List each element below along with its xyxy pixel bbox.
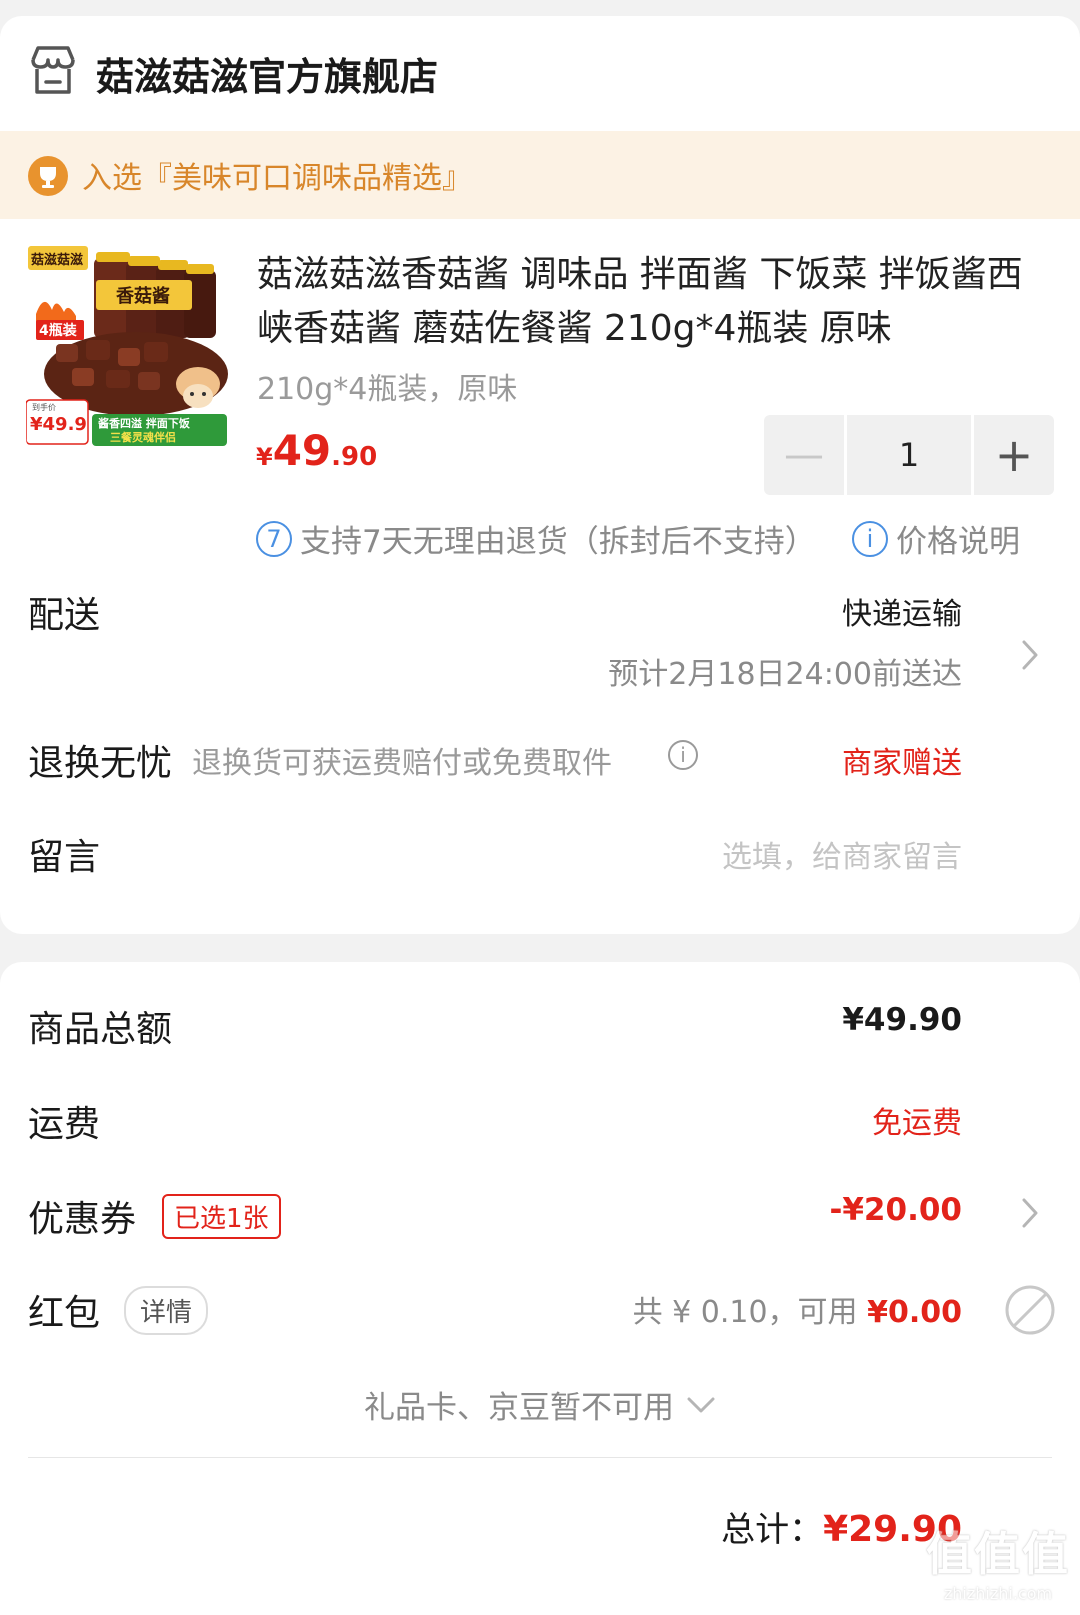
decrease-quantity-button[interactable]: — — [764, 415, 844, 495]
order-store-card: 菇滋菇滋官方旗舰店 入选『美味可口调味品精选』 香菇酱 菇滋菇滋 4瓶装 到手价… — [0, 16, 1080, 934]
quantity-stepper: — 1 + — [764, 415, 1054, 495]
price-tag-label: 到手价 — [32, 402, 56, 412]
message-input[interactable]: 选填，给商家留言 — [722, 832, 962, 876]
info-icon[interactable]: i — [668, 740, 698, 770]
delivery-method[interactable]: 快递运输 — [842, 589, 962, 633]
brand-tag: 菇滋菇滋 — [31, 252, 83, 268]
chevron-right-icon[interactable] — [1020, 638, 1040, 672]
total-label: 总计： — [721, 1510, 824, 1550]
watermark-logo: 值值值 — [926, 1527, 1070, 1581]
product-image: 香菇酱 菇滋菇滋 4瓶装 到手价 ¥49.9 酱香四溢 拌面下饭 三餐灵魂伴侣 — [26, 244, 231, 449]
goods-total-value: ¥49.90 — [842, 1002, 962, 1038]
returns-label: 退换无忧 — [28, 743, 173, 784]
coupon-label: 优惠券 — [28, 1199, 137, 1240]
quantity-input[interactable]: 1 — [847, 415, 971, 495]
shipping-value: 免运费 — [872, 1106, 962, 1141]
chevron-down-icon — [687, 1397, 715, 1412]
redpacket-details-tag[interactable]: 详情 — [124, 1286, 209, 1335]
pack-badge: 4瓶装 — [39, 322, 78, 339]
trophy-icon — [28, 156, 68, 196]
disabled-circle-icon[interactable] — [1004, 1284, 1056, 1336]
increase-quantity-button[interactable]: + — [974, 415, 1054, 495]
seven-day-icon: 7 — [256, 520, 292, 557]
price-integer: 49 — [272, 426, 332, 475]
slogan-line-2: 三餐灵魂伴侣 — [110, 430, 176, 444]
delivery-eta: 预计2月18日24:00前送达 — [608, 657, 962, 692]
order-summary-card: 商品总额 ¥49.90 运费 免运费 优惠券 已选1张 -¥20.00 红包 详… — [0, 962, 1080, 1615]
redpacket-label: 红包 — [28, 1293, 101, 1334]
award-banner[interactable]: 入选『美味可口调味品精选』 — [0, 131, 1080, 219]
coupon-selected-tag[interactable]: 已选1张 — [162, 1194, 281, 1239]
message-label: 留言 — [28, 837, 101, 878]
price-decimal: .90 — [331, 442, 378, 472]
award-banner-text: 入选『美味可口调味品精选』 — [82, 161, 472, 196]
return-policy-text: 支持7天无理由退货（拆封后不支持） — [300, 524, 816, 560]
price-explanation-link[interactable]: i 价格说明 — [852, 516, 1020, 561]
product-price: ¥49.90 — [256, 426, 377, 475]
coupon-value[interactable]: -¥20.00 — [830, 1192, 963, 1228]
price-tag-value: ¥49.9 — [30, 414, 87, 435]
giftcard-text: 礼品卡、京豆暂不可用 — [364, 1390, 674, 1426]
store-icon — [31, 46, 75, 94]
info-icon: i — [852, 520, 888, 557]
redpacket-value: 共 ¥ 0.10，可用 ¥0.00 — [633, 1287, 962, 1331]
site-watermark: 值值值 zhizhizhi.com — [926, 1518, 1070, 1603]
shipping-label: 运费 — [28, 1104, 101, 1145]
price-explanation-text: 价格说明 — [896, 524, 1020, 560]
goods-total-label: 商品总额 — [28, 1009, 173, 1050]
slogan-line-1: 酱香四溢 拌面下饭 — [98, 416, 190, 430]
giftcard-row[interactable]: 礼品卡、京豆暂不可用 — [0, 1382, 1080, 1427]
product-title[interactable]: 菇滋菇滋香菇酱 调味品 拌面酱 下饭菜 拌饭酱西峡香菇酱 蘑菇佐餐酱 210g*… — [257, 248, 1057, 356]
delivery-label: 配送 — [28, 595, 101, 636]
divider — [28, 1457, 1052, 1458]
product-spec[interactable]: 210g*4瓶装，原味 — [257, 364, 517, 408]
price-currency: ¥ — [256, 443, 273, 471]
returns-description: 退换货可获运费赔付或免费取件 — [192, 746, 612, 781]
redpacket-total: 共 ¥ 0.10，可用 — [632, 1295, 858, 1330]
store-name[interactable]: 菇滋菇滋官方旗舰店 — [96, 46, 438, 101]
returns-value: 商家赠送 — [842, 746, 962, 781]
product-thumbnail[interactable]: 香菇酱 菇滋菇滋 4瓶装 到手价 ¥49.9 酱香四溢 拌面下饭 三餐灵魂伴侣 — [26, 244, 231, 449]
redpacket-available: ¥0.00 — [867, 1295, 962, 1330]
return-policy[interactable]: 7 支持7天无理由退货（拆封后不支持） — [256, 516, 816, 561]
chevron-right-icon[interactable] — [1020, 1196, 1040, 1230]
watermark-url: zhizhizhi.com — [943, 1584, 1053, 1603]
jar-label: 香菇酱 — [115, 285, 170, 307]
